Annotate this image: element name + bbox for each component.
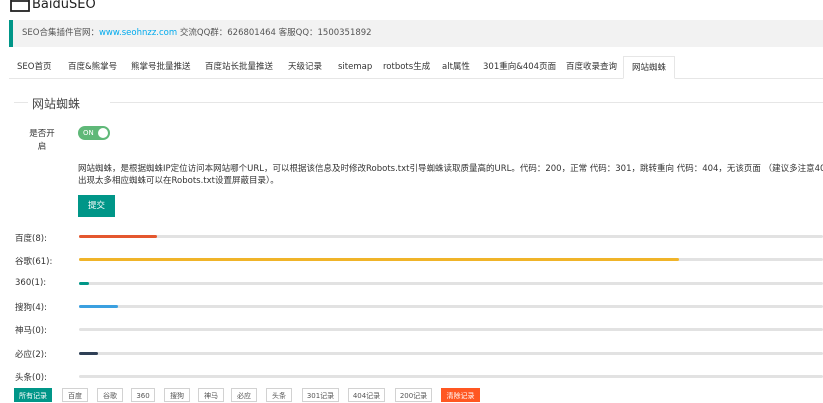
enable-label-line2: 启 xyxy=(37,142,47,152)
tab-daily-records[interactable]: 天级记录 xyxy=(288,56,322,78)
notice-prefix: SEO合集插件官网： xyxy=(22,28,99,38)
stat-label-shenma: 神马(0): xyxy=(15,326,47,336)
progress-fill-google xyxy=(79,258,679,261)
app-title: BaiduSEO xyxy=(32,0,96,12)
record-filter-bar: 所有记录 百度 谷歌 360 搜狗 神马 必应 头条 301记录 404记录 2… xyxy=(0,388,823,402)
tab-sitemap[interactable]: sitemap xyxy=(338,56,372,78)
official-site-link[interactable]: www.seohnzz.com xyxy=(99,28,177,38)
tab-alt-attribute[interactable]: alt属性 xyxy=(442,56,470,78)
notice-contact: 交流QQ群：626801464 客服QQ：1500351892 xyxy=(177,28,372,38)
switch-knob xyxy=(98,128,108,138)
folder-window-icon xyxy=(10,0,30,12)
progress-track-baidu xyxy=(79,235,823,238)
spider-description: 网站蜘蛛，是根据蜘蛛IP定位访问本网站哪个URL，可以根据该信息及时修改Robo… xyxy=(78,163,823,187)
progress-fill-bing xyxy=(79,352,99,355)
progress-fill-sogou xyxy=(79,305,119,308)
description-line-1: 网站蜘蛛，是根据蜘蛛IP定位访问本网站哪个URL，可以根据该信息及时修改Robo… xyxy=(78,164,823,174)
enable-label-line1: 是否开 xyxy=(29,129,55,139)
tab-baidu-xiongzhang[interactable]: 百度&熊掌号 xyxy=(68,56,117,78)
app-header: BaiduSEO xyxy=(0,0,823,18)
progress-track-360 xyxy=(79,282,823,285)
stat-label-bing: 必应(2): xyxy=(15,350,47,360)
stat-label-toutiao: 头条(0): xyxy=(15,373,47,383)
fieldset-border-right xyxy=(110,102,823,103)
tab-baidu-webmaster-batch-push[interactable]: 百度站长批量推送 xyxy=(205,56,273,78)
progress-track-toutiao xyxy=(79,375,823,378)
submit-button[interactable]: 提交 xyxy=(78,195,115,217)
tab-bar: SEO首页 百度&熊掌号 熊掌号批量推送 百度站长批量推送 天级记录 sitem… xyxy=(9,56,823,79)
section-legend: 网站蜘蛛 xyxy=(32,97,81,111)
progress-track-shenma xyxy=(79,328,823,331)
progress-track-sogou xyxy=(79,305,823,308)
tab-baidu-index-query[interactable]: 百度收录查询 xyxy=(566,56,617,78)
tab-xiongzhang-batch-push[interactable]: 熊掌号批量推送 xyxy=(131,56,191,78)
tab-robots-generate[interactable]: rotbots生成 xyxy=(383,56,430,78)
enable-label: 是否开 启 xyxy=(24,128,60,154)
tab-301-404[interactable]: 301重向&404页面 xyxy=(483,56,556,78)
progress-track-google xyxy=(79,258,823,261)
switch-text: ON xyxy=(83,129,94,137)
description-line-2: 出现太多相应蜘蛛可以在Robots.txt设置屏蔽目录）。 xyxy=(78,176,279,186)
tab-seo-home[interactable]: SEO首页 xyxy=(17,56,51,78)
stat-label-google: 谷歌(61): xyxy=(15,257,53,267)
tab-site-spider[interactable]: 网站蜘蛛 xyxy=(623,56,676,79)
enable-switch[interactable]: ON xyxy=(78,126,110,140)
fieldset-border-left xyxy=(14,102,28,103)
stat-label-360: 360(1): xyxy=(15,278,47,288)
notice-bar: SEO合集插件官网：www.seohnzz.com 交流QQ群：62680146… xyxy=(9,20,823,47)
progress-fill-baidu xyxy=(79,235,158,238)
progress-track-bing xyxy=(79,352,823,355)
stat-label-baidu: 百度(8): xyxy=(15,234,47,244)
progress-fill-360 xyxy=(79,282,89,285)
stat-label-sogou: 搜狗(4): xyxy=(15,303,47,313)
